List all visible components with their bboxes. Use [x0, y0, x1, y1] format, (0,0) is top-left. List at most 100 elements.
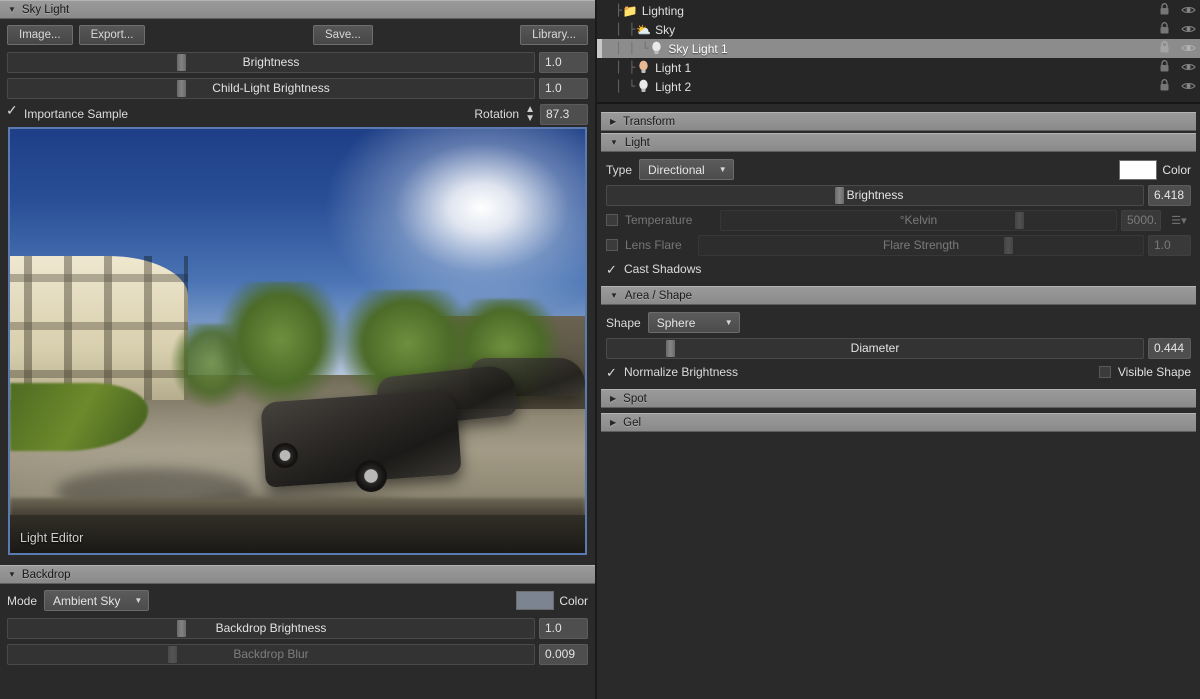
tree-item-light-2[interactable]: │ └ Light 2 [597, 77, 1200, 96]
temperature-presets-icon[interactable]: ☰▾ [1167, 210, 1191, 230]
child-light-brightness-row: Child-Light Brightness 1.0 [7, 77, 588, 99]
slider-handle[interactable] [1004, 236, 1013, 254]
sky-brightness-label: Brightness [242, 55, 300, 69]
shape-dropdown[interactable]: Sphere ▼ [647, 312, 740, 333]
lock-icon[interactable] [1159, 59, 1170, 76]
slider-handle[interactable] [177, 619, 186, 637]
light-brightness-value[interactable]: 6.418 [1148, 184, 1191, 206]
tree-item-sky-light-1[interactable]: │ │ └ Sky Light 1 [597, 39, 1200, 58]
child-light-brightness-label: Child-Light Brightness [212, 81, 330, 95]
diameter-value[interactable]: 0.444 [1148, 337, 1191, 359]
light-section-header[interactable]: ▼ Light [601, 133, 1196, 152]
tree-row-actions [1159, 20, 1196, 39]
light-color-control: Color [1119, 159, 1191, 180]
transform-section-header[interactable]: ▶ Transform [601, 112, 1196, 131]
sky-light-button-row: Image... Export... Save... Library... [7, 24, 588, 46]
tree-item-sky[interactable]: │ ├ ⛅ Sky [597, 20, 1200, 39]
diameter-slider[interactable]: Diameter [606, 337, 1144, 359]
light-type-label: Type [606, 162, 633, 177]
tree-branch-line: ├ [602, 4, 622, 17]
backdrop-color-label: Color [559, 593, 588, 608]
importance-sample-checkbox[interactable] [6, 103, 18, 120]
light-bulb-icon [648, 41, 665, 57]
temperature-row: Temperature °Kelvin 5000. ☰▾ [606, 209, 1191, 231]
image-button[interactable]: Image... [7, 25, 73, 45]
flare-strength-value[interactable]: 1.0 [1148, 234, 1191, 256]
light-bulb-icon [635, 79, 652, 95]
slider-handle[interactable] [168, 645, 177, 663]
eye-icon[interactable] [1181, 42, 1196, 56]
export-button[interactable]: Export... [78, 25, 146, 45]
library-button[interactable]: Library... [520, 25, 588, 45]
gel-section-header[interactable]: ▶ Gel [601, 413, 1196, 432]
temperature-value[interactable]: 5000. [1121, 209, 1161, 231]
save-button[interactable]: Save... [313, 25, 373, 45]
slider-handle[interactable] [177, 53, 186, 71]
lock-icon[interactable] [1159, 21, 1170, 38]
backdrop-brightness-slider[interactable]: Backdrop Brightness [7, 617, 535, 639]
sky-brightness-slider[interactable]: Brightness [7, 51, 535, 73]
backdrop-mode-row: Mode Ambient Sky ▼ Color [7, 589, 588, 612]
building-left [10, 256, 189, 401]
lens-flare-checkbox[interactable] [606, 239, 618, 251]
tree-item-lighting[interactable]: ├ 📁 Lighting [597, 1, 1200, 20]
eye-icon[interactable] [1181, 61, 1196, 75]
backdrop-brightness-label: Backdrop Brightness [215, 621, 327, 635]
backdrop-section-header[interactable]: ▼ Backdrop [0, 565, 595, 584]
backdrop-blur-slider[interactable]: Backdrop Blur [7, 643, 535, 665]
spot-section-header[interactable]: ▶ Spot [601, 389, 1196, 408]
rotation-value[interactable]: 87.3 [540, 103, 588, 125]
backdrop-blur-value[interactable]: 0.009 [539, 643, 588, 665]
backdrop-color-swatch[interactable] [516, 591, 555, 610]
lock-icon[interactable] [1159, 40, 1170, 57]
importance-sample-label: Importance Sample [24, 107, 129, 121]
left-panel: ▼ Sky Light Image... Export... Save... L… [0, 0, 597, 699]
eye-icon[interactable] [1181, 80, 1196, 94]
tree-item-light-1[interactable]: │ ├ Light 1 [597, 58, 1200, 77]
chevron-down-icon: ▼ [134, 596, 143, 605]
rotation-spinner-icon[interactable]: ▲ ▼ [525, 105, 535, 124]
backdrop-title: Backdrop [21, 568, 71, 581]
visible-shape-label: Visible Shape [1117, 365, 1191, 379]
light-type-row: Type Directional ▼ Color [606, 158, 1191, 181]
child-light-brightness-slider[interactable]: Child-Light Brightness [7, 77, 535, 99]
slider-handle[interactable] [1015, 211, 1024, 229]
temperature-slider[interactable]: °Kelvin [720, 209, 1117, 231]
backdrop-mode-label: Mode [7, 593, 38, 608]
nadir-band [10, 514, 585, 553]
slider-handle[interactable] [835, 186, 844, 204]
sky-light-title: Sky Light [21, 3, 70, 16]
shape-row: Shape Sphere ▼ [606, 311, 1191, 334]
eye-icon[interactable] [1181, 23, 1196, 37]
shape-value: Sphere [656, 315, 696, 330]
visible-shape-checkbox[interactable] [1098, 366, 1111, 378]
backdrop-brightness-value[interactable]: 1.0 [539, 617, 588, 639]
normalize-brightness-checkbox[interactable]: ✓ [606, 366, 620, 379]
tree-row-actions [1159, 77, 1196, 96]
sky-brightness-value[interactable]: 1.0 [539, 51, 588, 73]
flare-strength-slider[interactable]: Flare Strength [698, 234, 1144, 256]
hdri-preview[interactable]: Light Editor [8, 127, 587, 555]
light-color-swatch[interactable] [1119, 159, 1158, 180]
backdrop-mode-dropdown[interactable]: Ambient Sky ▼ [44, 590, 150, 611]
light-type-value: Directional [648, 162, 705, 177]
right-panel: ├ 📁 Lighting │ ├ ⛅ Sky │ │ └ Sky Light 1… [597, 0, 1200, 699]
eye-icon[interactable] [1181, 4, 1196, 18]
slider-handle[interactable] [177, 79, 186, 97]
lock-icon[interactable] [1159, 2, 1170, 19]
cast-shadows-checkbox[interactable]: ✓ [606, 263, 620, 276]
light-brightness-slider[interactable]: Brightness [606, 184, 1144, 206]
backdrop-mode-value: Ambient Sky [53, 593, 121, 608]
temperature-label: Temperature [625, 213, 693, 227]
lens-flare-label: Lens Flare [625, 238, 682, 252]
tree-item-label: Lighting [641, 3, 684, 18]
slider-handle[interactable] [666, 339, 675, 357]
light-body: Type Directional ▼ Color Brightness 6.41… [597, 154, 1200, 284]
tree-branch-line: │ │ └ [602, 42, 649, 55]
lock-icon[interactable] [1159, 78, 1170, 95]
light-type-dropdown[interactable]: Directional ▼ [639, 159, 734, 180]
sky-light-section-header[interactable]: ▼ Sky Light [0, 0, 595, 19]
area-shape-section-header[interactable]: ▼ Area / Shape [601, 286, 1196, 305]
temperature-checkbox[interactable] [606, 214, 618, 226]
child-light-brightness-value[interactable]: 1.0 [539, 77, 588, 99]
